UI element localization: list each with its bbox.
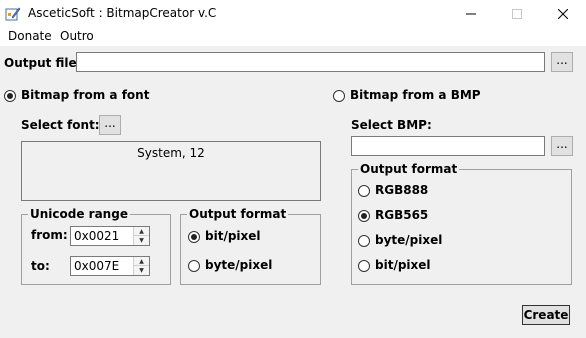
bmp-output-format-title: Output format xyxy=(358,162,460,176)
bitmap-from-font-radio[interactable] xyxy=(4,90,16,102)
from-spin-down-button[interactable]: ▼ xyxy=(134,236,149,245)
title-bar: AsceticSoft : BitmapCreator v.C xyxy=(0,0,586,28)
bmp-format-bitpixel-label: bit/pixel xyxy=(375,258,431,272)
bitmap-from-bmp-radio[interactable] xyxy=(333,90,345,102)
maximize-button[interactable] xyxy=(494,0,540,28)
window-title: AsceticSoft : BitmapCreator v.C xyxy=(28,6,217,20)
to-value[interactable]: 0x007E xyxy=(74,259,119,273)
menu-donate[interactable]: Donate xyxy=(8,29,52,43)
menu-outro[interactable]: Outro xyxy=(60,29,94,43)
font-format-bitpixel-label: bit/pixel xyxy=(205,229,261,243)
to-spin-down-button[interactable]: ▼ xyxy=(134,266,149,275)
unicode-range-title: Unicode range xyxy=(28,207,130,221)
font-output-format-title: Output format xyxy=(187,207,289,221)
select-bmp-label: Select BMP: xyxy=(351,118,432,132)
output-file-input[interactable] xyxy=(76,52,545,72)
font-format-bytepixel-label: byte/pixel xyxy=(205,258,273,272)
to-spinner[interactable]: 0x007E ▲ ▼ xyxy=(70,256,150,276)
bmp-file-input[interactable] xyxy=(351,136,545,156)
output-file-label: Output file: xyxy=(4,56,82,70)
select-font-button[interactable]: ... xyxy=(99,115,121,135)
from-value[interactable]: 0x0021 xyxy=(74,229,119,243)
to-spin-up-button[interactable]: ▲ xyxy=(134,257,149,266)
bmp-format-bitpixel-radio[interactable] xyxy=(358,260,370,272)
from-spin-buttons: ▲ ▼ xyxy=(133,227,149,245)
minimize-button[interactable] xyxy=(448,0,494,28)
app-icon xyxy=(5,6,21,22)
bitmap-from-bmp-label: Bitmap from a BMP xyxy=(350,88,481,102)
from-spinner[interactable]: 0x0021 ▲ ▼ xyxy=(70,226,150,246)
output-file-browse-button[interactable]: ... xyxy=(551,52,573,72)
select-font-label: Select font: xyxy=(21,118,100,132)
bmp-format-bytepixel-label: byte/pixel xyxy=(375,233,443,247)
bmp-format-bytepixel-radio[interactable] xyxy=(358,235,370,247)
bmp-format-rgb565-radio[interactable] xyxy=(358,210,370,222)
font-format-bitpixel-radio[interactable] xyxy=(188,231,200,243)
from-label: from: xyxy=(31,228,68,242)
close-button[interactable] xyxy=(540,0,586,28)
font-output-format-group xyxy=(180,214,321,285)
font-format-bytepixel-radio[interactable] xyxy=(188,260,200,272)
from-spin-up-button[interactable]: ▲ xyxy=(134,227,149,236)
create-button[interactable]: Create xyxy=(522,305,570,325)
font-display-text: System, 12 xyxy=(137,146,205,160)
to-label: to: xyxy=(31,259,50,273)
bmp-format-rgb565-label: RGB565 xyxy=(375,208,429,222)
menu-bar: Donate Outro xyxy=(0,28,586,46)
font-display: System, 12 xyxy=(21,141,321,201)
to-spin-buttons: ▲ ▼ xyxy=(133,257,149,275)
bmp-format-rgb888-label: RGB888 xyxy=(375,183,429,197)
bmp-format-rgb888-radio[interactable] xyxy=(358,185,370,197)
bmp-browse-button[interactable]: ... xyxy=(551,136,573,156)
bitmap-from-font-label: Bitmap from a font xyxy=(21,88,150,102)
